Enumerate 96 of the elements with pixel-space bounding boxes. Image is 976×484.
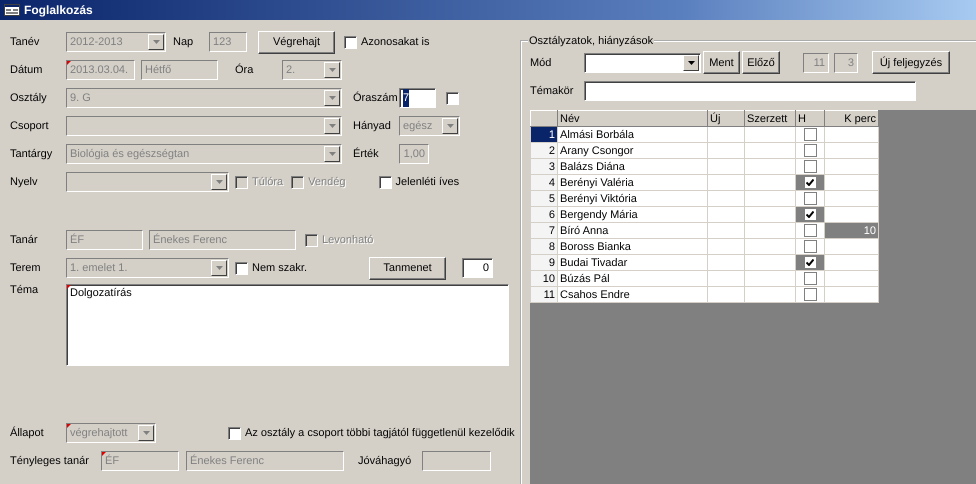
field-label: Hányad: [353, 120, 392, 132]
checkbox[interactable]: [804, 288, 816, 301]
check-icon: [806, 259, 814, 266]
dropdown-arrow-icon: [216, 266, 222, 270]
group-title: Osztályzatok, hiányzások: [528, 35, 654, 47]
checkbox-label: Az osztály a csoport többi tagjától függetlenül kezelődik: [245, 427, 515, 439]
field-label: Jóváhagyó: [358, 455, 412, 467]
window-icon: [4, 4, 20, 16]
checkbox[interactable]: [804, 208, 816, 221]
table-cell: Almási Borbála: [558, 126, 708, 142]
table-cell: Berényi Valéria: [558, 174, 708, 190]
table-cell: 10: [824, 222, 878, 238]
field-label: Nap: [173, 36, 194, 48]
checkbox-label: Jelenléti íves: [396, 176, 460, 188]
field-label: Terem: [10, 262, 42, 274]
checkbox[interactable]: [804, 256, 816, 269]
combo-box[interactable]: [584, 52, 701, 72]
field-label: Tanár: [10, 234, 39, 246]
checkbox[interactable]: [228, 426, 241, 440]
checkbox[interactable]: [804, 160, 816, 173]
checkbox[interactable]: [804, 176, 816, 189]
column-header[interactable]: Új: [708, 110, 744, 126]
field-label: Tantárgy: [10, 148, 54, 160]
field-label: Óra: [235, 64, 254, 76]
column-header[interactable]: Szerzett: [744, 110, 796, 126]
table-cell: Budai Tivadar: [558, 254, 708, 270]
checkbox[interactable]: [804, 192, 816, 205]
field-label: Mód: [530, 56, 552, 68]
checkbox[interactable]: [446, 92, 459, 104]
checkbox[interactable]: [804, 144, 816, 157]
column-header[interactable]: H: [796, 110, 824, 126]
action-button[interactable]: Tanmenet: [369, 256, 446, 280]
row-number[interactable]: 11: [530, 286, 558, 302]
checkbox[interactable]: [804, 240, 816, 253]
text-field[interactable]: 7: [399, 88, 436, 108]
action-button[interactable]: Előző: [742, 51, 780, 74]
row-number[interactable]: 8: [530, 238, 558, 254]
column-header[interactable]: Név: [558, 110, 708, 126]
checkbox[interactable]: [344, 36, 357, 48]
text-field[interactable]: Dolgozatírás: [66, 284, 509, 366]
field-label: Tényleges tanár: [10, 455, 90, 467]
checkbox[interactable]: [804, 128, 816, 141]
dropdown-arrow-icon: [688, 60, 694, 64]
dropdown-arrow-icon: [446, 124, 454, 128]
dropdown-arrow-icon: [328, 68, 336, 72]
table-cell: Arany Csongor: [558, 142, 708, 158]
field-label: Téma: [10, 284, 40, 296]
field-label: Nyelv: [10, 176, 39, 188]
row-number[interactable]: 2: [530, 142, 558, 158]
checkbox-label: Azonosakat is: [361, 36, 430, 48]
checkbox[interactable]: [378, 176, 392, 188]
field-label: Állapot: [10, 427, 45, 439]
checkbox-label: Nem szakr.: [252, 262, 308, 274]
row-number[interactable]: 6: [530, 206, 558, 222]
table-cell: Búzás Pál: [558, 270, 708, 286]
action-button[interactable]: Ment: [703, 51, 740, 74]
checkbox[interactable]: [235, 262, 248, 274]
field-label: Témakör: [530, 85, 574, 97]
field-label: Óraszám: [353, 92, 399, 104]
dropdown-arrow-icon: [328, 96, 336, 100]
table-cell: Bíró Anna: [558, 222, 708, 238]
text-field[interactable]: 0: [462, 258, 494, 278]
action-button[interactable]: Új feljegyzés: [872, 51, 950, 74]
check-icon: [806, 179, 814, 186]
column-header[interactable]: K perc: [824, 110, 878, 126]
checkbox-label: Vendég: [308, 176, 346, 188]
row-number[interactable]: 7: [530, 222, 558, 238]
field-label: Tanév: [10, 36, 40, 48]
checkbox[interactable]: [804, 272, 816, 285]
checkbox-label: Levonható: [322, 234, 374, 246]
field-label: Érték: [353, 148, 380, 160]
text-field[interactable]: [584, 81, 916, 101]
check-icon: [806, 211, 814, 218]
dropdown-arrow-icon: [328, 124, 336, 128]
table-cell: Balázs Diána: [558, 158, 708, 174]
table-cell: Boross Bianka: [558, 238, 708, 254]
table-cell: Bergendy Mária: [558, 206, 708, 222]
dropdown-arrow-icon: [216, 180, 222, 184]
row-number[interactable]: 1: [530, 126, 558, 142]
action-button[interactable]: Végrehajt: [258, 30, 335, 54]
table-cell: Csahos Endre: [558, 286, 708, 302]
table-cell: Berényi Viktória: [558, 190, 708, 206]
field-label: Dátum: [10, 64, 44, 76]
row-number[interactable]: 3: [530, 158, 558, 174]
checkbox-label: Túlóra: [252, 176, 284, 188]
row-number[interactable]: 5: [530, 190, 558, 206]
field-label: Osztály: [10, 92, 48, 104]
row-number[interactable]: 10: [530, 270, 558, 286]
dropdown-arrow-icon: [152, 40, 160, 44]
checkbox[interactable]: [804, 224, 816, 237]
row-number[interactable]: 4: [530, 174, 558, 190]
dropdown-arrow-icon: [328, 152, 336, 156]
window-title: Foglalkozás: [24, 3, 93, 17]
dropdown-arrow-icon: [142, 431, 150, 435]
row-number[interactable]: 9: [530, 254, 558, 270]
field-label: Csoport: [10, 120, 50, 132]
